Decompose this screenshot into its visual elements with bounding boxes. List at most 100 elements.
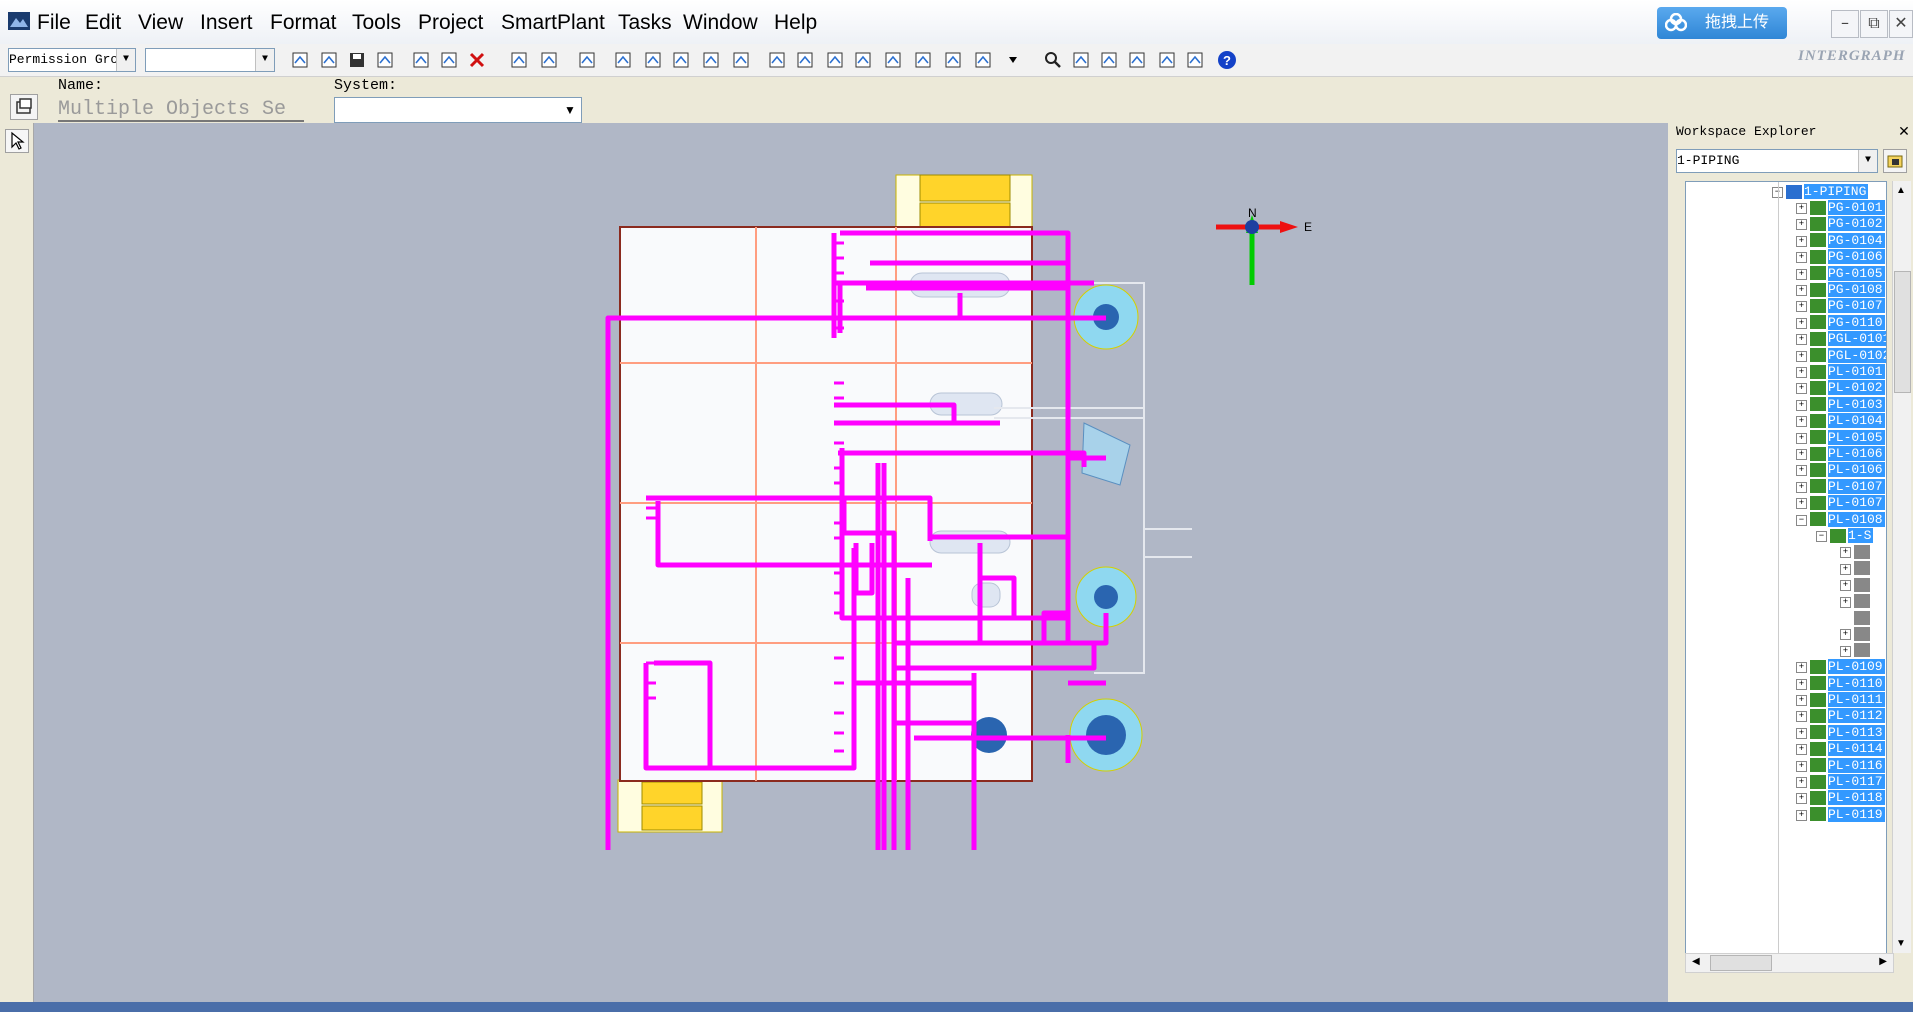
tree-expander[interactable]: +: [1796, 235, 1807, 247]
tree-expander[interactable]: +: [1796, 350, 1807, 362]
select-tool-button[interactable]: [5, 129, 29, 153]
tree-expander[interactable]: +: [1796, 268, 1807, 280]
tree-expander[interactable]: +: [1796, 465, 1807, 477]
undo-button[interactable]: [574, 48, 602, 74]
new-button[interactable]: [287, 48, 315, 74]
close-window-button[interactable]: ✕: [1889, 10, 1913, 38]
tree-vertical-scrollbar[interactable]: ▲ ▼: [1892, 181, 1911, 953]
tree-expander[interactable]: +: [1796, 727, 1807, 739]
tree-expander[interactable]: +: [1796, 744, 1807, 756]
tree-expander[interactable]: +: [1796, 695, 1807, 706]
minimize-button[interactable]: –: [1831, 10, 1859, 38]
tree-expander[interactable]: +: [1840, 580, 1851, 592]
explorer-options-button[interactable]: [1883, 149, 1907, 173]
paste-button[interactable]: [436, 48, 464, 74]
zoom-area-button[interactable]: [1096, 48, 1124, 74]
system-select[interactable]: ▼: [334, 97, 582, 123]
view-g-button[interactable]: [940, 48, 968, 74]
graphic-view[interactable]: N E: [34, 123, 1668, 1002]
explorer-filter-select[interactable]: 1-PIPING ▼: [1676, 149, 1878, 173]
open-button[interactable]: [316, 48, 344, 74]
tree-expander[interactable]: +: [1796, 760, 1807, 772]
close-explorer-button[interactable]: ✕: [1896, 124, 1912, 140]
edit-button[interactable]: [668, 48, 696, 74]
menu-window[interactable]: Window: [677, 10, 764, 36]
upload-button[interactable]: 拖拽上传: [1657, 7, 1787, 39]
tree-expander[interactable]: +: [1796, 809, 1807, 821]
scroll-thumb-horizontal[interactable]: [1710, 955, 1772, 971]
menu-edit[interactable]: Edit: [79, 10, 127, 36]
fit-button[interactable]: [1124, 48, 1152, 74]
menu-smartplant[interactable]: SmartPlant: [495, 10, 611, 36]
insert-button[interactable]: [640, 48, 668, 74]
tree-expander[interactable]: +: [1796, 219, 1807, 231]
tree-expander[interactable]: +: [1796, 334, 1807, 346]
tree-expander[interactable]: +: [1796, 498, 1807, 510]
tree-expander[interactable]: +: [1796, 432, 1807, 444]
tree-expander[interactable]: +: [1796, 203, 1807, 214]
plant-model-view[interactable]: N E: [34, 123, 1668, 1002]
tree-expander[interactable]: +: [1796, 252, 1807, 264]
tree-expander[interactable]: +: [1796, 383, 1807, 395]
refresh-button[interactable]: [372, 48, 400, 74]
tree-expander[interactable]: +: [1796, 662, 1807, 674]
tree-expander[interactable]: +: [1796, 481, 1807, 493]
menu-project[interactable]: Project: [412, 10, 489, 36]
dropdown-button[interactable]: [1000, 48, 1028, 74]
menu-view[interactable]: View: [132, 10, 189, 36]
tree-expander[interactable]: +: [1840, 563, 1851, 575]
window-button[interactable]: [1182, 48, 1210, 74]
copy-button[interactable]: [408, 48, 436, 74]
view-e-button[interactable]: [880, 48, 908, 74]
tree-expander[interactable]: +: [1840, 629, 1851, 641]
menu-format[interactable]: Format: [264, 10, 343, 36]
permission-group-select[interactable]: Permission Gro ▼: [8, 48, 136, 72]
zoom-button[interactable]: [1040, 48, 1068, 74]
ruler-button[interactable]: [728, 48, 756, 74]
pan-button[interactable]: [1068, 48, 1096, 74]
menu-tools[interactable]: Tools: [346, 10, 407, 36]
properties-button[interactable]: [10, 94, 38, 120]
tree-expander[interactable]: +: [1796, 301, 1807, 313]
view-h-button[interactable]: [970, 48, 998, 74]
tree-horizontal-scrollbar[interactable]: ◀ ▶: [1685, 953, 1894, 973]
tree-expander[interactable]: +: [1840, 645, 1851, 657]
explorer-tree[interactable]: − 1-PIPING + PG-0101 + PG-0102 + PG-0104 + PG-010…: [1685, 181, 1887, 955]
tree-expander[interactable]: −: [1816, 531, 1827, 542]
tree-expander[interactable]: +: [1840, 547, 1851, 559]
clip-button[interactable]: [1154, 48, 1182, 74]
tree-expander[interactable]: +: [1796, 416, 1807, 428]
tree-node-pipeline[interactable]: + PL-0119: [1796, 805, 1885, 825]
second-toolbar-select[interactable]: ▼: [145, 48, 275, 72]
rotate-button[interactable]: [536, 48, 564, 74]
tree-expander[interactable]: +: [1796, 285, 1807, 296]
view-d-button[interactable]: [850, 48, 878, 74]
view-b-button[interactable]: [792, 48, 820, 74]
delete-button[interactable]: [464, 48, 492, 74]
view-c-button[interactable]: [822, 48, 850, 74]
tree-expander[interactable]: +: [1796, 711, 1807, 723]
measure-button[interactable]: [610, 48, 638, 74]
menu-tasks[interactable]: Tasks: [612, 10, 678, 36]
check-button[interactable]: [698, 48, 726, 74]
tree-expander[interactable]: +: [1796, 449, 1807, 460]
save-button[interactable]: [344, 48, 372, 74]
tree-expander[interactable]: +: [1796, 777, 1807, 788]
menu-help[interactable]: Help: [768, 10, 823, 36]
tree-expander[interactable]: +: [1796, 793, 1807, 805]
tree-expander[interactable]: +: [1796, 317, 1807, 329]
tree-expander[interactable]: +: [1796, 678, 1807, 690]
view-f-button[interactable]: [910, 48, 938, 74]
name-field[interactable]: Multiple Objects Se: [58, 98, 304, 122]
help-button[interactable]: ?: [1214, 48, 1242, 74]
tree-expander[interactable]: −: [1796, 514, 1807, 526]
menu-insert[interactable]: Insert: [194, 10, 259, 36]
move-button[interactable]: [506, 48, 534, 74]
scroll-thumb[interactable]: [1894, 271, 1911, 393]
tree-expander[interactable]: +: [1796, 367, 1807, 378]
menu-file[interactable]: File: [31, 10, 77, 36]
restore-button[interactable]: ⧉: [1860, 10, 1888, 38]
view-a-button[interactable]: [764, 48, 792, 74]
tree-expander[interactable]: +: [1796, 399, 1807, 411]
tree-expander[interactable]: +: [1840, 596, 1851, 608]
